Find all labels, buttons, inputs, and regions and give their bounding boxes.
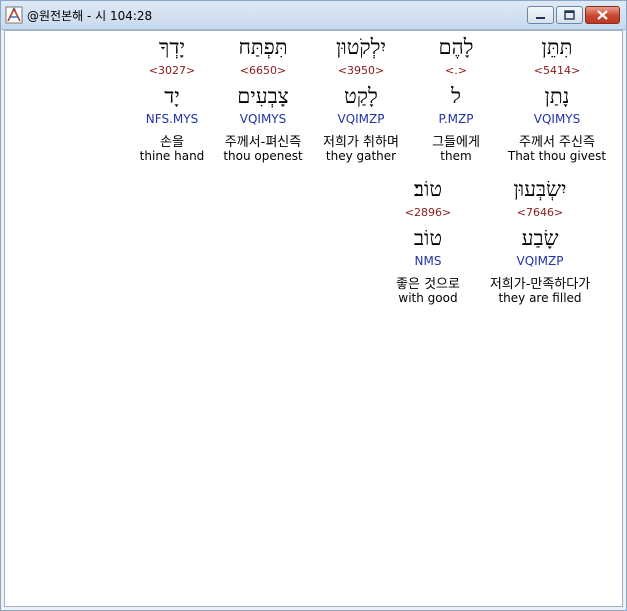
strong-number[interactable]: <7646> [477, 206, 603, 219]
close-icon [597, 10, 608, 20]
word-cell[interactable]: תִּפְתַּח <6650> צָבְעִים VQIMYS 주께서-펴신즉… [213, 31, 313, 171]
korean-gloss: 저희가 취하며 [323, 135, 399, 150]
app-window: @원전본해 - 시 104:28 תִּתֵּן <5414> נָתַן VQ… [0, 0, 627, 611]
maximize-icon [564, 10, 575, 20]
close-button[interactable] [585, 6, 620, 24]
word-cell[interactable]: יִלְקֹטוּן <3950> לָקַט VQIMZP 저희가 취하며 t… [313, 31, 409, 171]
hebrew-word: יִשְׂבְּעוּן [513, 177, 567, 201]
strong-number[interactable]: <2896> [379, 206, 477, 219]
window-title: @원전본해 - 시 104:28 [27, 9, 153, 23]
hebrew-lemma: טוֹב [413, 226, 443, 250]
hebrew-lemma: נָתַן [544, 84, 570, 108]
english-gloss: they are filled [498, 291, 582, 305]
word-cell[interactable]: טוֹב׃ <2896> טוֹב NMS 좋은 것으로 with good [379, 173, 477, 313]
minimize-icon [536, 17, 545, 19]
english-gloss: them [440, 149, 472, 163]
word-cell[interactable]: לָהֶם <.> ל P.MZP 그들에게 them [409, 31, 503, 171]
hebrew-word: לָהֶם [438, 35, 474, 59]
morphology-code: VQIMZP [516, 254, 564, 268]
morphology-code: NMS [414, 254, 442, 268]
hebrew-lemma: ל [451, 84, 461, 108]
korean-gloss: 저희가-만족하다가 [489, 277, 591, 292]
morphology-code: VQIMYS [239, 112, 287, 126]
korean-gloss: 주께서-펴신즉 [224, 135, 302, 150]
strong-number[interactable]: <3950> [313, 64, 409, 77]
english-gloss: they gather [325, 149, 397, 163]
word-cell[interactable]: תִּתֵּן <5414> נָתַן VQIMYS 주께서 주신즉 That… [503, 31, 611, 171]
minimize-button[interactable] [527, 6, 554, 24]
hebrew-lemma: צָבְעִים [237, 84, 289, 108]
hebrew-word: יָדְךָ [159, 35, 185, 59]
app-compass-icon [5, 6, 23, 24]
strong-number[interactable]: <6650> [213, 64, 313, 77]
maximize-button[interactable] [556, 6, 583, 24]
hebrew-word: יִלְקֹטוּן [336, 35, 386, 59]
morphology-code: VQIMZP [337, 112, 385, 126]
morphology-code: NFS.MYS [145, 112, 199, 126]
hebrew-lemma: לָקַט [344, 84, 378, 108]
korean-gloss: 좋은 것으로 [396, 277, 460, 292]
strong-number[interactable]: <.> [409, 64, 503, 77]
hebrew-lemma: יָד [164, 84, 180, 108]
hebrew-word: תִּתֵּן [541, 35, 573, 59]
hebrew-word: טוֹב׃ [413, 177, 443, 201]
english-gloss: thou openest [223, 149, 303, 163]
word-cell[interactable]: יָדְךָ <3027> יָד NFS.MYS 손을 thine hand [131, 31, 213, 171]
english-gloss: thine hand [139, 149, 205, 163]
strong-number[interactable]: <5414> [503, 64, 611, 77]
title-bar[interactable]: @원전본해 - 시 104:28 [1, 1, 626, 30]
hebrew-word: תִּפְתַּח [238, 35, 288, 59]
word-cell[interactable]: יִשְׂבְּעוּן <7646> שָׂבַע VQIMZP 저희가-만족… [477, 173, 603, 313]
english-gloss: with good [398, 291, 458, 305]
morphology-code: VQIMYS [533, 112, 581, 126]
hebrew-lemma: שָׂבַע [521, 226, 559, 250]
korean-gloss: 손을 [160, 135, 184, 150]
strong-number[interactable]: <3027> [131, 64, 213, 77]
morphology-code: P.MZP [438, 112, 474, 126]
korean-gloss: 그들에게 [432, 135, 480, 150]
interlinear-panel: תִּתֵּן <5414> נָתַן VQIMYS 주께서 주신즉 That… [4, 30, 623, 607]
korean-gloss: 주께서 주신즉 [519, 135, 595, 150]
english-gloss: That thou givest [507, 149, 607, 163]
